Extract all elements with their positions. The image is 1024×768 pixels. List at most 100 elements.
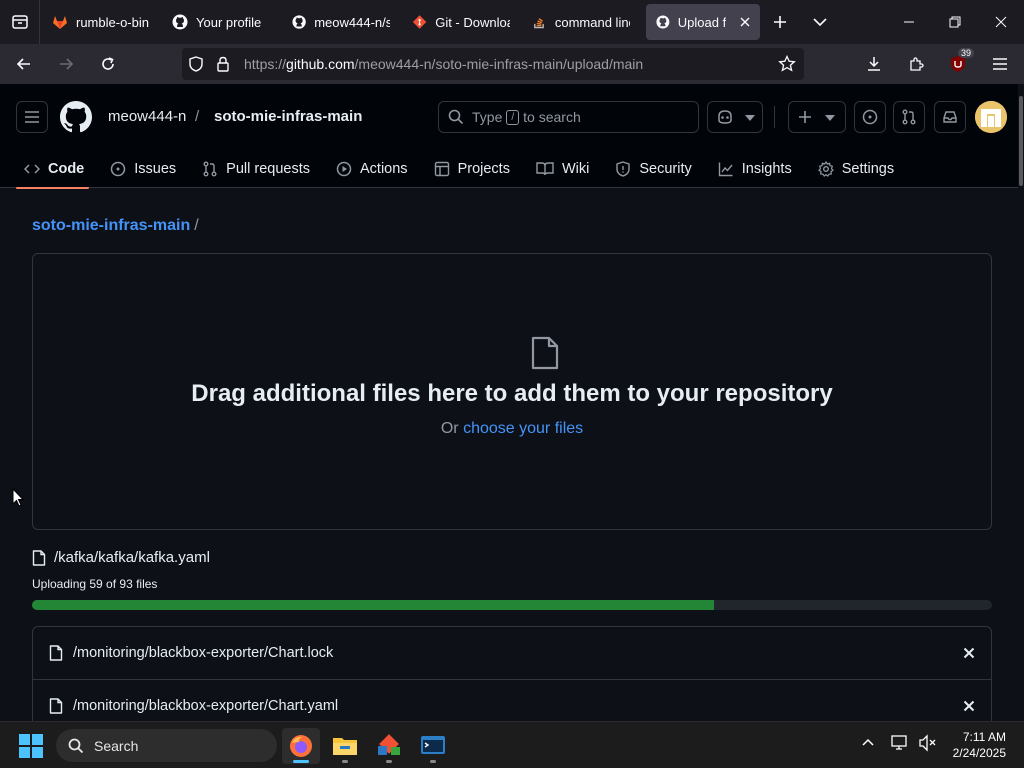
tab-actions[interactable]: Actions (323, 150, 421, 188)
menu-button[interactable] (982, 46, 1018, 82)
page-scrollbar[interactable] (1018, 84, 1024, 722)
your-pull-requests-button[interactable] (893, 101, 925, 133)
back-button[interactable] (6, 46, 42, 82)
tab-label: Insights (741, 161, 792, 177)
close-tab-button[interactable] (740, 17, 750, 27)
ublock-extension-button[interactable]: 39 (940, 46, 976, 82)
repo-name-link[interactable]: soto-mie-infras-main (214, 108, 362, 125)
close-window-button[interactable] (978, 0, 1024, 44)
volume-muted-icon (919, 734, 936, 752)
your-issues-button[interactable] (854, 101, 886, 133)
terminal-icon (421, 736, 445, 754)
site-info-button[interactable] (216, 56, 230, 72)
browser-tab-upload-files[interactable]: Upload files (646, 4, 760, 40)
url-path: /meow444-n/soto-mie-infras-main/upload/m… (354, 56, 644, 72)
tab-projects[interactable]: Projects (421, 150, 523, 188)
tab-issues[interactable]: Issues (97, 150, 189, 188)
tab-pull-requests[interactable]: Pull requests (189, 150, 323, 188)
tab-title: Your profile (196, 14, 262, 30)
restore-button[interactable] (932, 0, 978, 44)
cursor-arrow-icon (12, 488, 24, 507)
network-status-button[interactable] (890, 734, 910, 752)
remove-file-button[interactable] (963, 647, 975, 659)
taskbar-file-explorer[interactable] (326, 728, 364, 764)
caret-down-icon (745, 115, 755, 121)
taskbar-terminal[interactable] (414, 728, 452, 764)
running-indicator (342, 760, 348, 763)
search-icon (448, 109, 464, 125)
tab-label: Issues (134, 161, 177, 177)
file-icon (49, 698, 63, 714)
remove-file-button[interactable] (963, 700, 975, 712)
github-logo-link[interactable] (60, 101, 92, 133)
scrollbar-thumb[interactable] (1019, 96, 1023, 186)
global-nav-menu-button[interactable] (16, 101, 48, 133)
current-file-path: /kafka/kafka/kafka.yaml (54, 549, 210, 566)
browser-navbar: https://github.com/meow444-n/soto-mie-in… (0, 44, 1024, 84)
pull-request-icon (203, 161, 217, 177)
notifications-button[interactable] (934, 101, 966, 133)
network-icon (891, 735, 907, 750)
tab-insights[interactable]: Insights (705, 150, 805, 188)
extensions-button[interactable] (898, 46, 934, 82)
tab-security[interactable]: Security (602, 150, 704, 188)
taskbar-search[interactable]: Search (56, 729, 277, 762)
url-text[interactable]: https://github.com/meow444-n/soto-mie-in… (244, 56, 643, 72)
minimize-button[interactable] (886, 0, 932, 44)
current-upload-file: /kafka/kafka/kafka.yaml (32, 549, 210, 566)
address-bar[interactable]: https://github.com/meow444-n/soto-mie-in… (182, 48, 804, 80)
reload-icon (102, 57, 114, 70)
search-suffix: to search (523, 109, 581, 125)
choose-files-link[interactable]: choose your files (463, 420, 583, 437)
gitlab-icon (53, 16, 67, 29)
copilot-button[interactable] (707, 101, 763, 133)
tab-settings[interactable]: Settings (805, 150, 907, 188)
repo-owner-link[interactable]: meow444-n (108, 108, 186, 125)
taskbar-firefox[interactable] (282, 728, 320, 764)
copilot-icon (718, 110, 732, 124)
tab-wiki[interactable]: Wiki (523, 150, 602, 188)
browser-tab-gitlab[interactable]: rumble-o-bin (42, 4, 160, 40)
taskbar-git-gui[interactable] (370, 728, 408, 764)
github-search-input[interactable]: Type / to search (438, 101, 699, 133)
clock-time: 7:11 AM (962, 730, 1006, 744)
firefox-view-button[interactable] (0, 0, 40, 44)
close-icon (995, 16, 1007, 28)
show-hidden-icons-button[interactable] (860, 734, 876, 750)
avatar[interactable] (975, 101, 1007, 133)
star-icon (778, 55, 796, 72)
breadcrumb-repo-link[interactable]: soto-mie-infras-main (32, 217, 190, 234)
browser-tab-command-line[interactable]: command line (522, 4, 640, 40)
gear-icon (817, 161, 834, 177)
inbox-icon (943, 111, 957, 123)
downloads-button[interactable] (856, 46, 892, 82)
tracking-protection-button[interactable] (188, 56, 204, 72)
forward-button[interactable] (48, 46, 84, 82)
reload-button[interactable] (90, 46, 126, 82)
header-divider (774, 106, 775, 128)
tab-label: Actions (360, 161, 408, 177)
puzzle-icon (910, 57, 924, 71)
create-new-button[interactable] (788, 101, 846, 133)
start-button[interactable] (19, 734, 43, 758)
bookmark-button[interactable] (778, 55, 796, 73)
list-all-tabs-button[interactable] (800, 0, 840, 44)
browser-tab-repo[interactable]: meow444-n/so (282, 4, 400, 40)
browser-tab-profile[interactable]: Your profile (162, 4, 280, 40)
file-icon (49, 645, 63, 661)
taskbar-clock[interactable]: 7:11 AM 2/24/2025 (953, 729, 1006, 761)
github-logo-icon (60, 101, 92, 133)
browser-tab-git-download[interactable]: Git - Downloa (402, 4, 520, 40)
copilot-dropdown[interactable] (745, 115, 755, 121)
tab-title: Upload files (677, 14, 726, 30)
firefox-view-icon (11, 15, 28, 29)
tab-title: rumble-o-bin (76, 14, 149, 30)
volume-button[interactable] (918, 734, 938, 752)
new-tab-button[interactable] (760, 0, 800, 44)
url-prefix: https:// (244, 56, 287, 72)
taskbar-search-label: Search (94, 737, 139, 754)
file-dropzone[interactable]: Drag additional files here to add them t… (32, 253, 992, 530)
tab-label: Pull requests (226, 161, 310, 177)
tab-code[interactable]: Code (0, 150, 97, 189)
create-dropdown[interactable] (825, 115, 835, 121)
